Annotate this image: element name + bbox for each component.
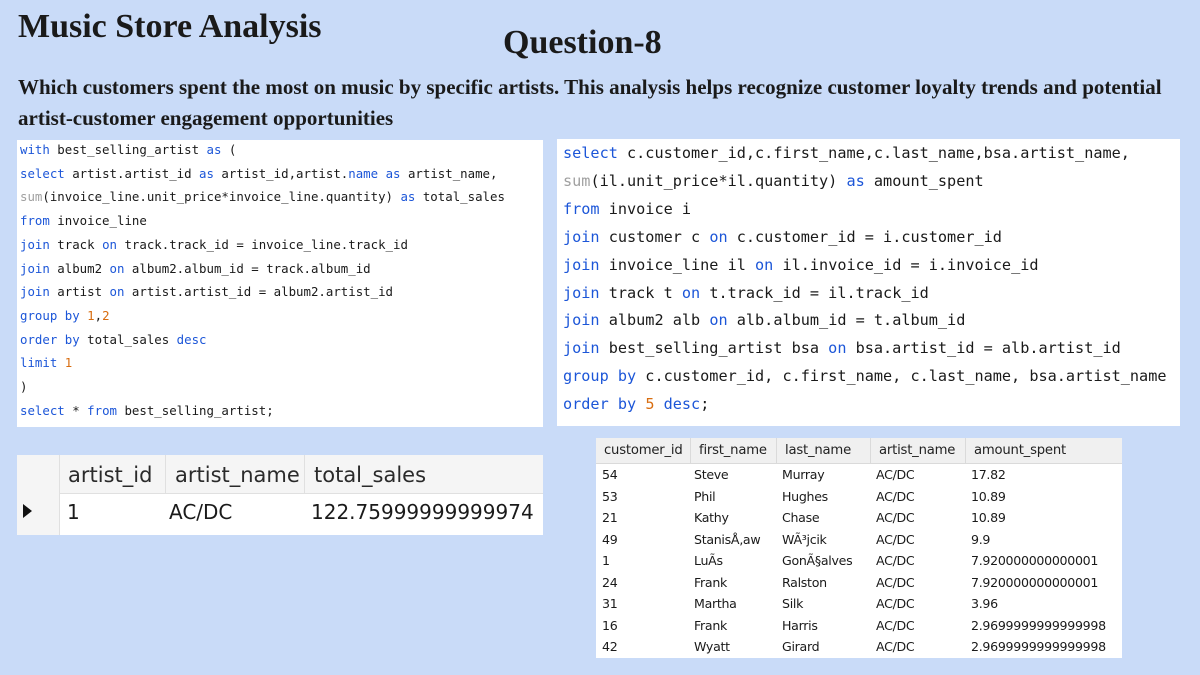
cell-customer-id[interactable]: 1: [602, 550, 610, 572]
query1-line-11: ): [20, 379, 28, 394]
cell-amount-spent[interactable]: 2.9699999999999998: [971, 615, 1106, 637]
cell-customer-id[interactable]: 49: [602, 529, 618, 551]
cell-customer-id[interactable]: 16: [602, 615, 618, 637]
cell-first-name[interactable]: Kathy: [694, 507, 729, 529]
cell-amount-spent[interactable]: 17.82: [971, 464, 1006, 486]
query1-line-3: sum(invoice_line.unit_price*invoice_line…: [20, 189, 505, 205]
question-description: Which customers spent the most on music …: [18, 75, 1162, 130]
cell-customer-id[interactable]: 24: [602, 572, 618, 594]
cell-last-name[interactable]: Chase: [782, 507, 820, 529]
query1-line-8: group by 1,2: [20, 307, 110, 323]
query2-line-2: sum(il.unit_price*il.quantity) as amount…: [563, 171, 984, 190]
cell-artist-name[interactable]: AC/DC: [876, 593, 915, 615]
cte-query-code: with best_selling_artist as ( select arti…: [17, 140, 543, 427]
query1-line-2: select artist.artist_id as artist_id,art…: [20, 165, 498, 181]
cell-first-name[interactable]: Frank: [694, 572, 727, 594]
table-row[interactable]: 31 Martha Silk AC/DC 3.96: [596, 593, 1122, 615]
customer-spend-result-grid: customer_id first_name last_name artist_…: [596, 438, 1122, 658]
column-header-artist-id[interactable]: artist_id: [59, 455, 166, 493]
cell-first-name[interactable]: Frank: [694, 615, 727, 637]
query2-line-7: join album2 alb on alb.album_id = t.albu…: [563, 311, 966, 330]
cell-first-name[interactable]: Martha: [694, 593, 737, 615]
column-header-first-name[interactable]: first_name: [691, 438, 777, 463]
table-row[interactable]: 16 Frank Harris AC/DC 2.9699999999999998: [596, 615, 1122, 637]
cell-last-name[interactable]: Murray: [782, 464, 825, 486]
query2-line-5: join invoice_line il on il.invoice_id = …: [563, 255, 1039, 274]
query2-line-10: order by 5 desc;: [563, 395, 710, 414]
table-row[interactable]: 54 Steve Murray AC/DC 17.82: [596, 464, 1122, 486]
cell-last-name[interactable]: Silk: [782, 593, 803, 615]
query1-line-10: limit 1: [20, 355, 73, 371]
cell-artist-id[interactable]: 1: [67, 497, 80, 527]
query1-line-9: order by total_sales desc: [20, 331, 207, 347]
cell-last-name[interactable]: Hughes: [782, 486, 828, 508]
table-row[interactable]: 49 StanisÅ‚aw WÃ³jcik AC/DC 9.9: [596, 529, 1122, 551]
table-row[interactable]: 53 Phil Hughes AC/DC 10.89: [596, 486, 1122, 508]
query2-line-8: join best_selling_artist bsa on bsa.arti…: [563, 339, 1121, 358]
cell-amount-spent[interactable]: 7.920000000000001: [971, 550, 1098, 572]
query1-line-5: join track on track.track_id = invoice_l…: [20, 236, 408, 252]
column-header-last-name[interactable]: last_name: [777, 438, 871, 463]
cell-first-name[interactable]: Steve: [694, 464, 729, 486]
best-artist-result-grid: artist_id artist_name total_sales 1 AC/D…: [17, 455, 543, 535]
query2-line-9: group by c.customer_id, c.first_name, c.…: [563, 367, 1167, 386]
cell-artist-name[interactable]: AC/DC: [876, 486, 915, 508]
cell-artist-name[interactable]: AC/DC: [876, 636, 915, 658]
query1-line-7: join artist on artist.artist_id = album2…: [20, 284, 394, 300]
query2-line-3: from invoice i: [563, 199, 692, 218]
cell-first-name[interactable]: LuÃ­s: [694, 550, 723, 572]
cell-first-name[interactable]: StanisÅ‚aw: [694, 529, 761, 551]
table-row[interactable]: 1 LuÃ­s GonÃ§alves AC/DC 7.920000000000001: [596, 550, 1122, 572]
table-row[interactable]: 21 Kathy Chase AC/DC 10.89: [596, 507, 1122, 529]
table-row[interactable]: 42 Wyatt Girard AC/DC 2.9699999999999998: [596, 636, 1122, 658]
cell-customer-id[interactable]: 21: [602, 507, 618, 529]
current-row-arrow-icon: [23, 504, 32, 518]
cell-artist-name[interactable]: AC/DC: [876, 529, 915, 551]
grid-header: customer_id first_name last_name artist_…: [596, 438, 1122, 464]
cell-amount-spent[interactable]: 3.96: [971, 593, 998, 615]
column-header-amount-spent[interactable]: amount_spent: [966, 438, 1122, 463]
query2-line-1: select c.customer_id,c.first_name,c.last…: [563, 144, 1130, 162]
slide-title: Music Store Analysis: [18, 8, 322, 45]
cell-amount-spent[interactable]: 10.89: [971, 507, 1006, 529]
column-header-customer-id[interactable]: customer_id: [596, 438, 691, 463]
cell-amount-spent[interactable]: 10.89: [971, 486, 1006, 508]
cell-artist-name[interactable]: AC/DC: [169, 497, 232, 527]
row-selector-gutter: [17, 455, 60, 535]
cell-artist-name[interactable]: AC/DC: [876, 572, 915, 594]
cell-amount-spent[interactable]: 9.9: [971, 529, 990, 551]
table-row[interactable]: 24 Frank Ralston AC/DC 7.920000000000001: [596, 572, 1122, 594]
query1-line-12: select * from best_selling_artist;: [20, 402, 274, 418]
cell-artist-name[interactable]: AC/DC: [876, 550, 915, 572]
query1-line-4: from invoice_line: [20, 213, 147, 229]
cell-last-name[interactable]: Ralston: [782, 572, 827, 594]
cell-amount-spent[interactable]: 2.9699999999999998: [971, 636, 1106, 658]
customer-spend-query-code: select c.customer_id,c.first_name,c.last…: [557, 139, 1180, 426]
cell-total-sales[interactable]: 122.75999999999974: [311, 497, 534, 527]
question-title: Question-8: [503, 24, 662, 61]
cell-last-name[interactable]: WÃ³jcik: [782, 529, 827, 551]
column-header-total-sales[interactable]: total_sales: [305, 455, 543, 493]
cell-artist-name[interactable]: AC/DC: [876, 507, 915, 529]
cell-last-name[interactable]: Harris: [782, 615, 818, 637]
column-header-artist-name[interactable]: artist_name: [871, 438, 966, 463]
query2-line-4: join customer c on c.customer_id = i.cus…: [563, 227, 1002, 246]
cell-artist-name[interactable]: AC/DC: [876, 464, 915, 486]
cell-customer-id[interactable]: 42: [602, 636, 618, 658]
cell-customer-id[interactable]: 53: [602, 486, 618, 508]
query1-line-1: with best_selling_artist as (: [20, 142, 237, 157]
query2-line-6: join track t on t.track_id = il.track_id: [563, 283, 929, 302]
query1-line-6: join album2 on album2.album_id = track.a…: [20, 260, 371, 276]
cell-last-name[interactable]: GonÃ§alves: [782, 550, 853, 572]
cell-customer-id[interactable]: 31: [602, 593, 618, 615]
cell-amount-spent[interactable]: 7.920000000000001: [971, 572, 1098, 594]
cell-first-name[interactable]: Phil: [694, 486, 716, 508]
cell-artist-name[interactable]: AC/DC: [876, 615, 915, 637]
cell-customer-id[interactable]: 54: [602, 464, 618, 486]
cell-first-name[interactable]: Wyatt: [694, 636, 730, 658]
column-header-artist-name[interactable]: artist_name: [166, 455, 305, 493]
cell-last-name[interactable]: Girard: [782, 636, 820, 658]
